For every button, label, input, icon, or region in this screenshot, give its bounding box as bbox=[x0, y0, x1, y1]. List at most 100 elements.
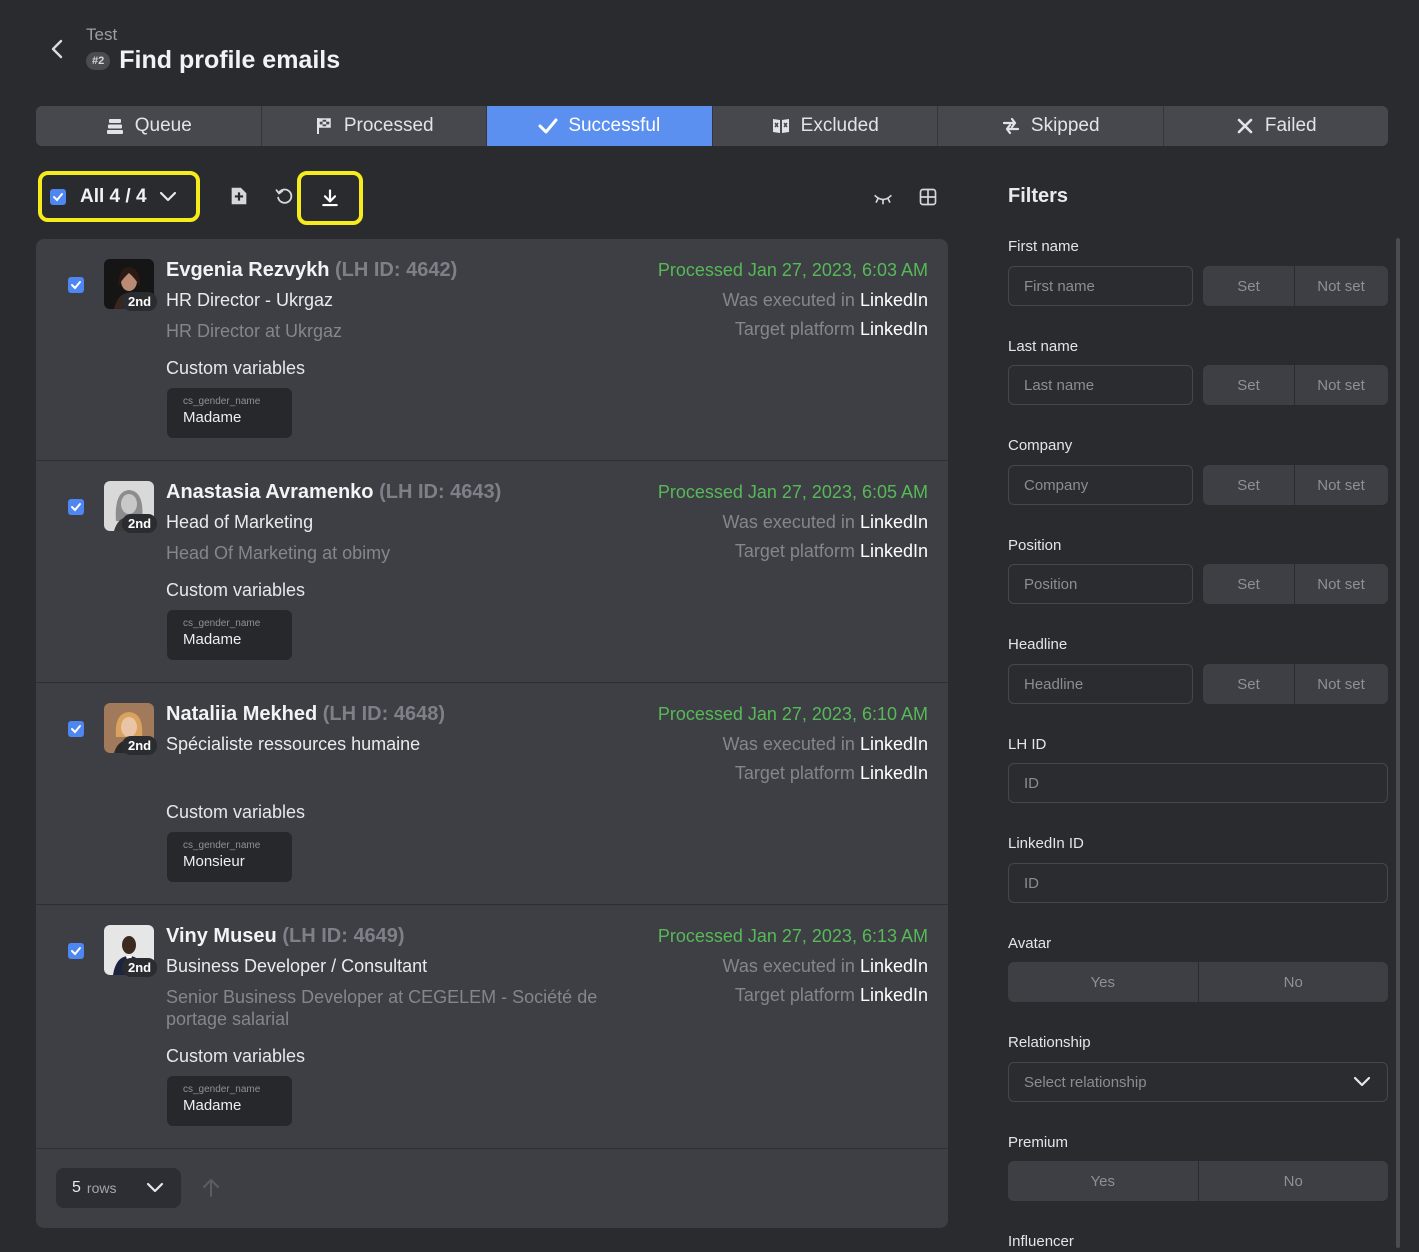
profile-row[interactable]: 2nd Viny Museu (LH ID: 4649) Business De… bbox=[36, 905, 948, 1149]
target-platform-name: LinkedIn bbox=[859, 541, 928, 561]
processed-timestamp: Processed Jan 27, 2023, 6:10 AM bbox=[657, 704, 928, 724]
relationship-select[interactable]: Select relationship bbox=[1008, 1062, 1388, 1102]
row-checkbox[interactable] bbox=[68, 943, 84, 959]
no-option[interactable]: No bbox=[1199, 1161, 1389, 1201]
custom-variable-value: Madame bbox=[183, 409, 242, 426]
tab-excluded[interactable]: Excluded bbox=[713, 106, 938, 146]
connection-degree-badge: 2nd bbox=[122, 514, 158, 533]
premium-toggle: Yes No bbox=[1008, 1161, 1388, 1201]
back-button[interactable] bbox=[44, 36, 70, 62]
tab-label: Successful bbox=[568, 115, 661, 136]
processed-timestamp: Processed Jan 27, 2023, 6:13 AM bbox=[657, 926, 928, 946]
target-platform: Target platform LinkedIn bbox=[735, 319, 928, 340]
tab-label: Excluded bbox=[800, 115, 879, 136]
tab-queue[interactable]: Queue bbox=[36, 106, 262, 146]
lh-id-input[interactable]: ID bbox=[1008, 763, 1388, 803]
executed-platform-name: LinkedIn bbox=[859, 290, 928, 310]
processed-timestamp: Processed Jan 27, 2023, 6:05 AM bbox=[657, 482, 928, 502]
profile-row[interactable]: 2nd Anastasia Avramenko (LH ID: 4643) He… bbox=[36, 461, 948, 683]
select-all-checkbox[interactable] bbox=[50, 188, 66, 205]
headline-input[interactable]: Headline bbox=[1008, 664, 1193, 704]
yes-option[interactable]: Yes bbox=[1008, 962, 1199, 1002]
target-label: Target platform bbox=[734, 985, 855, 1005]
toggle-visibility-button[interactable] bbox=[870, 185, 896, 209]
profile-name[interactable]: Evgenia Rezvykh bbox=[166, 259, 329, 281]
select-all-dropdown[interactable]: All 4 / 4 bbox=[38, 171, 200, 222]
rows-per-page-label: rows bbox=[86, 1180, 117, 1196]
tab-failed[interactable]: Failed bbox=[1164, 106, 1389, 146]
set-option[interactable]: Set bbox=[1203, 564, 1295, 604]
filter-linkedin-id-label: LinkedIn ID bbox=[1008, 835, 1084, 852]
not-set-option[interactable]: Not set bbox=[1295, 465, 1387, 505]
set-option[interactable]: Set bbox=[1203, 664, 1295, 704]
filter-headline-label: Headline bbox=[1008, 636, 1068, 653]
custom-variable-chip: cs_gender_name Monsieur bbox=[167, 832, 292, 882]
row-checkbox[interactable] bbox=[68, 721, 84, 737]
relationship-placeholder: Select relationship bbox=[1024, 1073, 1147, 1091]
filter-influencer-label: Influencer bbox=[1008, 1233, 1074, 1250]
yes-option[interactable]: Yes bbox=[1008, 1161, 1199, 1201]
profile-row[interactable]: 2nd Nataliia Mekhed (LH ID: 4648) Spécia… bbox=[36, 683, 948, 905]
filters-title: Filters bbox=[1008, 185, 1069, 207]
filter-relationship-label: Relationship bbox=[1008, 1034, 1091, 1051]
add-to-list-button[interactable] bbox=[227, 184, 251, 208]
rows-per-page-value: 5 bbox=[72, 1179, 81, 1196]
tab-successful[interactable]: Successful bbox=[487, 106, 713, 146]
tab-processed[interactable]: Processed bbox=[262, 106, 487, 146]
profile-headline: Head of Marketing bbox=[166, 512, 314, 532]
executed-platform: Was executed in LinkedIn bbox=[723, 512, 928, 533]
tab-label: Failed bbox=[1264, 115, 1317, 136]
checkmark-icon bbox=[71, 947, 81, 956]
linkedin-id-input[interactable]: ID bbox=[1008, 863, 1388, 903]
campaign-group-name: Test bbox=[86, 25, 118, 44]
executed-label: Was executed in bbox=[722, 734, 855, 754]
not-set-option[interactable]: Not set bbox=[1295, 664, 1387, 704]
tab-skipped[interactable]: Skipped bbox=[938, 106, 1164, 146]
tab-label: Skipped bbox=[1030, 115, 1100, 136]
profile-row[interactable]: 2nd Evgenia Rezvykh (LH ID: 4642) HR Dir… bbox=[36, 239, 948, 461]
grid-view-button[interactable] bbox=[915, 185, 941, 209]
rows-per-page-select[interactable]: 5 rows bbox=[56, 1168, 181, 1208]
processed-timestamp: Processed Jan 27, 2023, 6:03 AM bbox=[657, 260, 928, 280]
custom-variables-label: Custom variables bbox=[166, 1046, 306, 1066]
target-label: Target platform bbox=[734, 763, 855, 783]
no-option[interactable]: No bbox=[1199, 962, 1389, 1002]
refresh-icon bbox=[275, 188, 293, 204]
profile-name[interactable]: Anastasia Avramenko bbox=[166, 481, 374, 503]
profile-name-line: Viny Museu (LH ID: 4649) bbox=[166, 925, 405, 948]
refresh-button[interactable] bbox=[272, 184, 296, 208]
filter-last-name-label: Last name bbox=[1008, 338, 1079, 355]
not-set-option[interactable]: Not set bbox=[1295, 564, 1387, 604]
set-option[interactable]: Set bbox=[1203, 465, 1295, 505]
first-name-input[interactable]: First name bbox=[1008, 266, 1193, 306]
profiles-list: 2nd Evgenia Rezvykh (LH ID: 4642) HR Dir… bbox=[36, 239, 948, 1228]
not-set-option[interactable]: Not set bbox=[1295, 266, 1387, 306]
custom-variables-label: Custom variables bbox=[166, 358, 306, 378]
position-input[interactable]: Position bbox=[1008, 564, 1193, 604]
x-icon bbox=[1237, 118, 1253, 134]
set-option[interactable]: Set bbox=[1203, 365, 1295, 405]
profile-position: Head Of Marketing at obimy bbox=[166, 543, 391, 563]
flag-icon bbox=[316, 118, 331, 134]
profile-name[interactable]: Viny Museu bbox=[166, 925, 277, 947]
tab-label: Processed bbox=[343, 115, 434, 136]
executed-platform: Was executed in LinkedIn bbox=[723, 290, 928, 311]
target-platform: Target platform LinkedIn bbox=[735, 541, 928, 562]
row-checkbox[interactable] bbox=[68, 277, 84, 293]
selection-count: All 4 / 4 bbox=[80, 185, 147, 207]
filters-scrollbar[interactable] bbox=[1396, 238, 1400, 1248]
lh-id: (LH ID: 4648) bbox=[322, 703, 445, 725]
company-input[interactable]: Company bbox=[1008, 465, 1193, 505]
hide-icon bbox=[874, 194, 892, 205]
target-platform-name: LinkedIn bbox=[859, 319, 928, 339]
set-option[interactable]: Set bbox=[1203, 266, 1295, 306]
not-set-option[interactable]: Not set bbox=[1295, 365, 1387, 405]
profile-name[interactable]: Nataliia Mekhed bbox=[166, 703, 317, 725]
scroll-to-top-button[interactable] bbox=[200, 1177, 222, 1199]
row-checkbox[interactable] bbox=[68, 499, 84, 515]
last-name-input[interactable]: Last name bbox=[1008, 365, 1193, 405]
executed-platform-name: LinkedIn bbox=[859, 956, 928, 976]
filter-position-label: Position bbox=[1008, 537, 1062, 554]
add-icon bbox=[231, 187, 247, 205]
export-csv-button[interactable] bbox=[297, 171, 363, 225]
